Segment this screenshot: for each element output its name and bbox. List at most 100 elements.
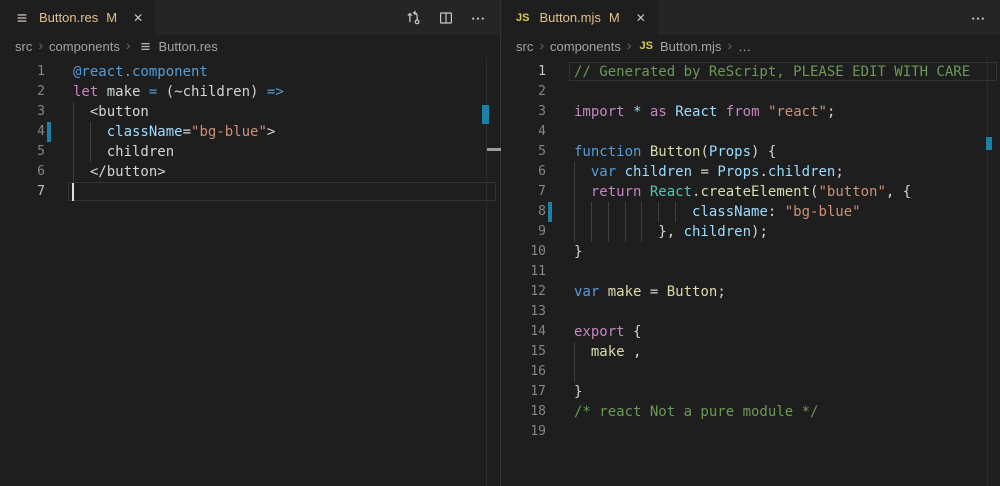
more-actions-icon[interactable]: [969, 9, 986, 26]
code-line[interactable]: 18 /* react Not a pure module */: [501, 402, 1000, 422]
code-line[interactable]: 6 var children = Props.children;: [501, 162, 1000, 182]
cursor-overview-marker: [487, 148, 501, 151]
line-number: 5: [0, 142, 45, 162]
code-line[interactable]: 5 children: [0, 142, 500, 162]
open-changes-icon[interactable]: [405, 9, 422, 26]
code-line[interactable]: 3 import * as React from "react";: [501, 102, 1000, 122]
breadcrumb-item-file[interactable]: Button.res: [159, 39, 218, 54]
line-number: 3: [0, 102, 45, 122]
close-icon[interactable]: ✕: [634, 11, 648, 25]
more-actions-icon[interactable]: [469, 9, 486, 26]
breadcrumb-item-src[interactable]: src: [516, 39, 533, 54]
line-number: 5: [501, 142, 546, 162]
line-number: 1: [0, 62, 45, 82]
line-number: 2: [501, 82, 546, 102]
tab-button-mjs[interactable]: JS Button.mjs M ✕: [501, 0, 658, 35]
code-line[interactable]: 14 export {: [501, 322, 1000, 342]
close-icon[interactable]: ✕: [131, 11, 145, 25]
code-line[interactable]: 17}: [501, 382, 1000, 402]
code-editor-left[interactable]: 1@react.component2let make = (~children)…: [0, 57, 500, 486]
line-number: 2: [0, 82, 45, 102]
code-line[interactable]: 10}: [501, 242, 1000, 262]
chevron-right-icon: ›: [38, 37, 43, 53]
modified-badge: M: [106, 10, 117, 25]
code-line[interactable]: 8 className: "bg-blue": [501, 202, 1000, 222]
code-line[interactable]: 2: [501, 82, 1000, 102]
tab-label: Button.res: [39, 10, 98, 25]
code-line[interactable]: 6 </button>: [0, 162, 500, 182]
line-number: 10: [501, 242, 546, 262]
code-text: make ,: [574, 342, 641, 362]
code-line[interactable]: 7: [0, 182, 500, 202]
breadcrumb-item-symbol[interactable]: …: [738, 39, 751, 54]
code-text: }: [574, 242, 582, 262]
code-line[interactable]: 1@react.component: [0, 62, 500, 82]
line-number: 15: [501, 342, 546, 362]
code-text: }, children);: [574, 222, 768, 242]
code-text: var children = Props.children;: [574, 162, 844, 182]
code-lines: 1 // Generated by ReScript, PLEASE EDIT W…: [501, 57, 1000, 442]
line-number: 7: [501, 182, 546, 202]
code-text: /* react Not a pure module */: [574, 402, 818, 422]
javascript-file-icon: JS: [640, 40, 653, 52]
code-editor-right[interactable]: 1 // Generated by ReScript, PLEASE EDIT W…: [501, 57, 1000, 486]
chevron-right-icon: ›: [539, 37, 544, 53]
modified-badge: M: [609, 10, 620, 25]
code-text: function Button(Props) {: [574, 142, 776, 162]
modified-gutter-marker[interactable]: [548, 202, 552, 222]
code-line[interactable]: 19: [501, 422, 1000, 442]
line-number: 1: [501, 62, 546, 82]
line-number: 17: [501, 382, 546, 402]
breadcrumb-item-src[interactable]: src: [15, 39, 32, 54]
overview-ruler[interactable]: [486, 57, 501, 486]
code-line[interactable]: 13: [501, 302, 1000, 322]
javascript-file-icon: JS: [516, 12, 529, 24]
line-number: 16: [501, 362, 546, 382]
split-editor-icon[interactable]: [437, 9, 454, 26]
breadcrumb-item-components[interactable]: components: [550, 39, 621, 54]
tabbar-left: Button.res M ✕: [0, 0, 500, 35]
chevron-right-icon: ›: [627, 37, 632, 53]
modified-overview-marker: [482, 105, 489, 124]
line-number: 14: [501, 322, 546, 342]
code-line[interactable]: 7 return React.createElement("button", {: [501, 182, 1000, 202]
code-lines: 1@react.component2let make = (~children)…: [0, 57, 500, 202]
line-number: 3: [501, 102, 546, 122]
breadcrumb-item-file[interactable]: Button.mjs: [660, 39, 721, 54]
code-line[interactable]: 2let make = (~children) =>: [0, 82, 500, 102]
code-text: import * as React from "react";: [574, 102, 835, 122]
line-number: 19: [501, 422, 546, 442]
line-number: 4: [501, 122, 546, 142]
code-text: className="bg-blue">: [73, 122, 275, 142]
code-line[interactable]: 12 var make = Button;: [501, 282, 1000, 302]
code-line[interactable]: 9 }, children);: [501, 222, 1000, 242]
line-number: 13: [501, 302, 546, 322]
line-number: 9: [501, 222, 546, 242]
breadcrumb-right: src › components › JS Button.mjs › …: [501, 35, 1000, 57]
editor-pane-right: JS Button.mjs M ✕ src › components › JS …: [500, 0, 1000, 486]
code-line[interactable]: 1 // Generated by ReScript, PLEASE EDIT W…: [501, 62, 1000, 82]
code-text: </button>: [73, 162, 166, 182]
breadcrumb-item-components[interactable]: components: [49, 39, 120, 54]
code-text: var make = Button;: [574, 282, 726, 302]
chevron-right-icon: ›: [126, 37, 131, 53]
overview-ruler[interactable]: [987, 57, 1000, 486]
code-line[interactable]: 3 <button: [0, 102, 500, 122]
code-line[interactable]: 4 className="bg-blue">: [0, 122, 500, 142]
code-line[interactable]: 16: [501, 362, 1000, 382]
rescript-file-icon: [139, 40, 152, 53]
line-number: 8: [501, 202, 546, 222]
code-line[interactable]: 15 make ,: [501, 342, 1000, 362]
tab-button-res[interactable]: Button.res M ✕: [0, 0, 155, 35]
code-line[interactable]: 4: [501, 122, 1000, 142]
code-line[interactable]: 11: [501, 262, 1000, 282]
code-text: // Generated by ReScript, PLEASE EDIT WI…: [574, 62, 970, 82]
editor-toolbar-right: [969, 0, 986, 35]
line-number: 12: [501, 282, 546, 302]
code-line[interactable]: 5 function Button(Props) {: [501, 142, 1000, 162]
code-text: export {: [574, 322, 641, 342]
vscode-editor-group: Button.res M ✕: [0, 0, 1000, 486]
breadcrumb-left: src › components › Button.res: [0, 35, 500, 57]
modified-gutter-marker[interactable]: [47, 122, 51, 142]
line-number: 18: [501, 402, 546, 422]
